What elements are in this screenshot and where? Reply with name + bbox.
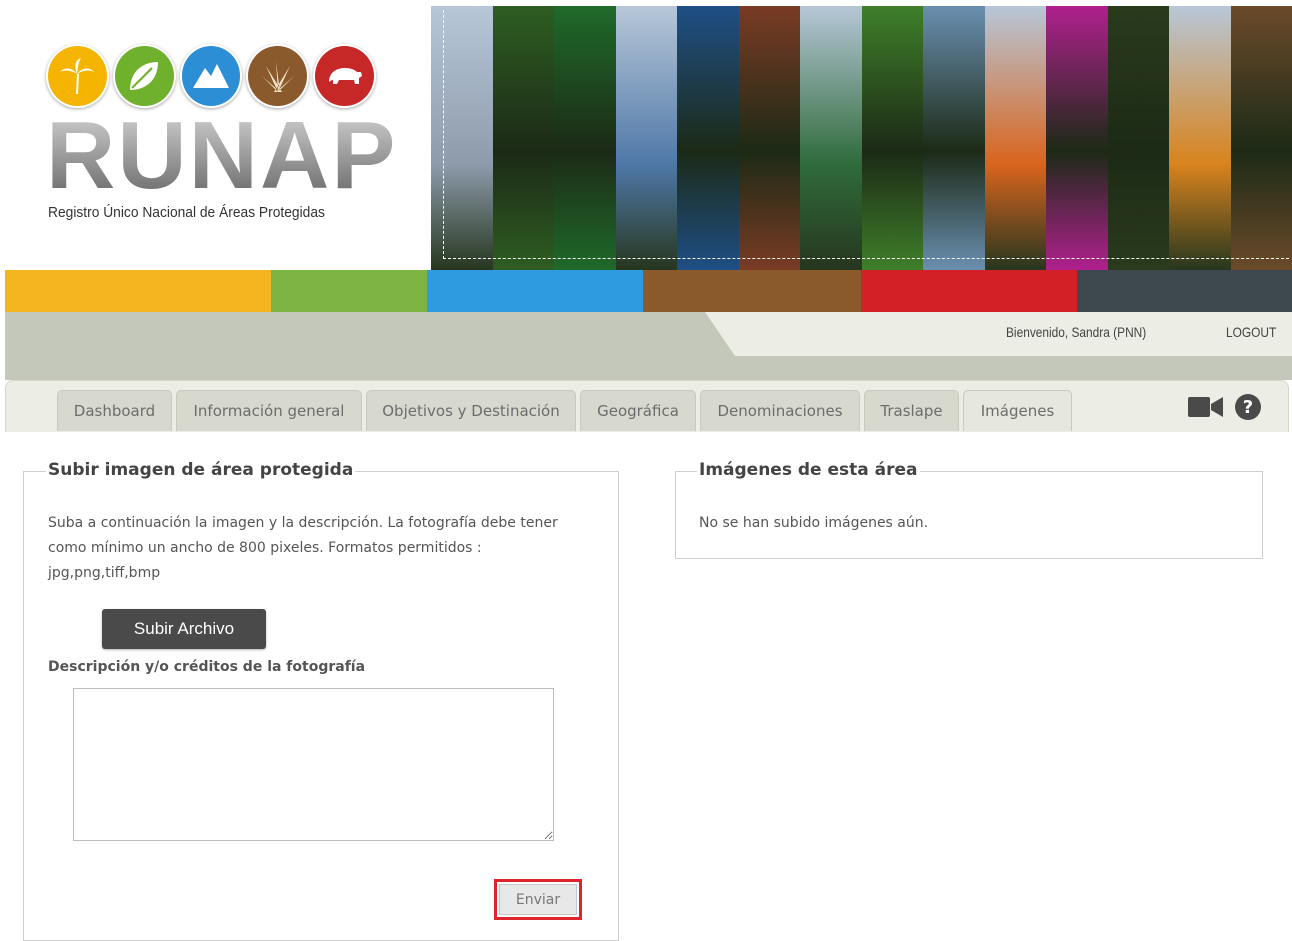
svg-text:?: ? — [1243, 397, 1253, 418]
tab-imagenes[interactable]: Imágenes — [963, 390, 1072, 431]
upload-instructions-line: como mínimo un ancho de 800 pixeles. For… — [48, 536, 558, 561]
logo-tagline: Registro Único Nacional de Áreas Protegi… — [48, 204, 325, 221]
collage-photo-strip — [677, 6, 739, 270]
upload-file-button[interactable]: Subir Archivo — [102, 609, 266, 649]
collage-photo-strip — [862, 6, 924, 270]
runap-logo[interactable]: RUNAP Registro Único Nacional de Áreas P… — [46, 44, 376, 234]
collage-photo-strip — [431, 6, 493, 270]
logo-icons — [46, 44, 376, 108]
collage-photo-strip — [985, 6, 1047, 270]
tab-dashboard[interactable]: Dashboard — [57, 390, 172, 431]
collage-photo-strip — [1108, 6, 1170, 270]
collage-photo-strip — [800, 6, 862, 270]
tab-denominaciones[interactable]: Denominaciones — [700, 390, 860, 431]
upload-instructions-line: jpg,png,tiff,bmp — [48, 561, 558, 586]
user-bar — [5, 312, 1292, 380]
welcome-text: Bienvenido, Sandra (PNN) — [1006, 324, 1146, 340]
collage-photo-strip — [493, 6, 555, 270]
upload-panel-title: Subir imagen de área protegida — [46, 460, 355, 480]
collage-photo-strip — [554, 6, 616, 270]
images-empty-text: No se han subido imágenes aún. — [699, 511, 928, 536]
collage-photo-strip — [739, 6, 801, 270]
collage-photo-strip — [1046, 6, 1108, 270]
page-header: RUNAP Registro Único Nacional de Áreas P… — [0, 0, 1292, 272]
color-stripe — [5, 270, 271, 312]
logo-wordmark: RUNAP — [46, 116, 397, 196]
description-label: Descripción y/o créditos de la fotografí… — [48, 659, 365, 675]
color-stripe — [643, 270, 861, 312]
color-stripe — [1077, 270, 1292, 312]
mountain-icon — [180, 44, 243, 108]
upload-instructions: Suba a continuación la imagen y la descr… — [48, 511, 558, 586]
submit-button[interactable]: Enviar — [499, 884, 577, 915]
collage-photo-strip — [1231, 6, 1292, 270]
bear-icon — [313, 44, 376, 108]
video-icon[interactable] — [1188, 394, 1224, 424]
tab-traslape[interactable]: Traslape — [864, 390, 959, 431]
color-stripe — [271, 270, 427, 312]
color-stripe-bar — [5, 270, 1292, 312]
description-textarea[interactable] — [73, 688, 554, 841]
tab-informacion-general[interactable]: Información general — [176, 390, 362, 431]
images-panel-title: Imágenes de esta área — [697, 460, 920, 480]
collage-photo-strip — [1169, 6, 1231, 270]
color-stripe — [427, 270, 643, 312]
palm-icon — [46, 44, 109, 108]
logout-link[interactable]: LOGOUT — [1226, 324, 1276, 340]
help-icon[interactable]: ? — [1234, 393, 1262, 425]
nature-photo-collage — [431, 6, 1292, 270]
user-bar-panel — [705, 312, 1292, 356]
color-stripe — [861, 270, 1077, 312]
leaf-icon — [113, 44, 176, 108]
upload-instructions-line: Suba a continuación la imagen y la descr… — [48, 511, 558, 536]
collage-photo-strip — [923, 6, 985, 270]
tab-objetivos-destinacion[interactable]: Objetivos y Destinación — [366, 390, 576, 431]
grass-icon — [246, 44, 309, 108]
collage-photo-strip — [616, 6, 678, 270]
tab-geografica[interactable]: Geográfica — [580, 390, 696, 431]
